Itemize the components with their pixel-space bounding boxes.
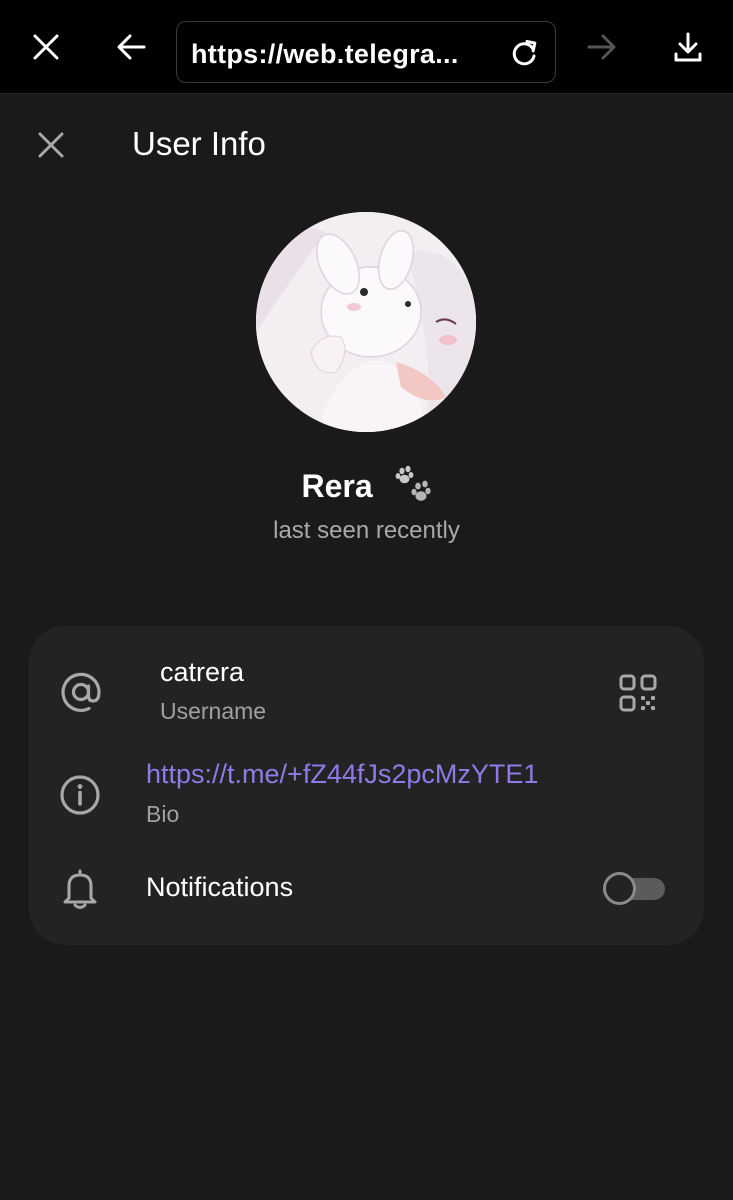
arrow-right-icon[interactable] [572, 17, 632, 77]
close-icon[interactable] [16, 17, 76, 77]
bell-icon [57, 866, 103, 912]
profile-name: Rera [301, 468, 373, 504]
close-user-info-button[interactable] [26, 120, 76, 170]
avatar-illustration [256, 212, 476, 432]
last-seen-status: last seen recently [273, 517, 460, 544]
reload-icon[interactable] [509, 37, 541, 69]
profile-name-row: Rera [0, 465, 733, 509]
user-info-card: catrera Username https://t.me/+fZ44fJs2p… [29, 626, 704, 945]
paw-prints-icon [390, 465, 432, 505]
toggle-knob [603, 872, 636, 905]
close-icon [38, 132, 64, 158]
bio-label: Bio [146, 801, 180, 827]
notifications-label: Notifications [146, 872, 294, 902]
username-label: Username [160, 698, 267, 724]
at-sign-icon [58, 669, 104, 715]
bio-link[interactable]: https://t.me/+fZ44fJs2pcMzYTE1 [146, 759, 538, 790]
avatar[interactable] [256, 212, 476, 432]
notifications-toggle[interactable] [603, 871, 665, 905]
username-value[interactable]: catrera [160, 657, 244, 688]
url-text[interactable]: https://web.telegra... [191, 39, 471, 70]
download-icon[interactable] [658, 17, 718, 77]
page-title: User Info [132, 125, 266, 162]
arrow-left-icon[interactable] [101, 17, 161, 77]
info-icon [57, 772, 103, 818]
browser-toolbar: https://web.telegra... [0, 0, 733, 94]
address-bar[interactable]: https://web.telegra... [176, 21, 556, 83]
qr-code-icon [619, 674, 657, 712]
qr-code-button[interactable] [615, 670, 661, 716]
